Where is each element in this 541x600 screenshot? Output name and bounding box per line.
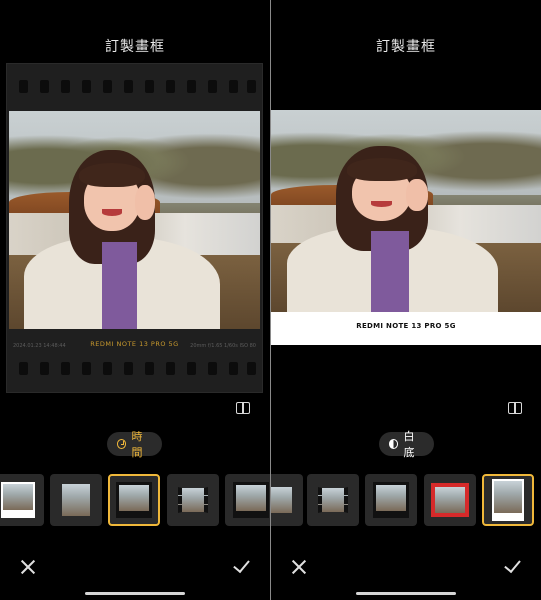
left-panel: 訂製畫框 2024.01.23 14:48:44 REDMI NOTE 13 P… bbox=[0, 0, 270, 600]
thumbnail-image bbox=[318, 487, 348, 513]
close-icon[interactable] bbox=[290, 558, 308, 576]
frame-option-film-strip[interactable] bbox=[307, 474, 359, 526]
thumbnail-image bbox=[116, 482, 152, 518]
frame-option-white-tall[interactable] bbox=[50, 474, 102, 526]
perforation bbox=[187, 362, 196, 375]
perforation bbox=[166, 80, 175, 93]
white-background-pill[interactable]: 白底 bbox=[379, 430, 434, 459]
page-title: 訂製畫框 bbox=[376, 39, 436, 55]
perforation bbox=[103, 80, 112, 93]
right-panel: 訂製畫框 REDMI NOTE 13 PRO 5G 白底 bbox=[271, 0, 541, 600]
contrast-icon bbox=[389, 439, 399, 449]
frame-option-dark[interactable] bbox=[365, 474, 417, 526]
perforation bbox=[61, 80, 70, 93]
compare-icon[interactable] bbox=[236, 402, 250, 414]
thumbnail-image bbox=[431, 483, 469, 517]
thumbnail-image bbox=[1, 482, 35, 518]
frame-option-partial[interactable] bbox=[271, 474, 303, 526]
perforation bbox=[40, 362, 49, 375]
perforation bbox=[145, 80, 154, 93]
perforation bbox=[247, 80, 256, 93]
exif-info: 20mm f/1.65 1/60s ISO 80 bbox=[190, 343, 256, 349]
perforation bbox=[40, 80, 49, 93]
perforation bbox=[166, 362, 175, 375]
perforation bbox=[19, 80, 28, 93]
thumbnail-image bbox=[62, 484, 90, 516]
film-frame-preview: 2024.01.23 14:48:44 REDMI NOTE 13 PRO 5G… bbox=[6, 63, 263, 393]
perforation bbox=[187, 80, 196, 93]
close-icon[interactable] bbox=[19, 558, 37, 576]
frame-option-film-selected[interactable] bbox=[108, 474, 160, 526]
time-mode-pill[interactable]: 時間 bbox=[107, 430, 162, 459]
perforation bbox=[208, 362, 217, 375]
clock-icon bbox=[117, 439, 127, 449]
perforation bbox=[124, 362, 133, 375]
perforation bbox=[19, 362, 28, 375]
compare-icon[interactable] bbox=[508, 402, 522, 414]
checkmark-icon[interactable] bbox=[503, 557, 521, 575]
perforation bbox=[229, 80, 238, 93]
photo-preview bbox=[271, 110, 541, 312]
perforation bbox=[247, 362, 256, 375]
thumbnail-image bbox=[492, 479, 524, 521]
perforation bbox=[229, 362, 238, 375]
thumbnail-image bbox=[373, 482, 409, 518]
page-title: 訂製畫框 bbox=[105, 39, 165, 55]
perforation bbox=[61, 362, 70, 375]
checkmark-icon[interactable] bbox=[232, 557, 250, 575]
frame-option-dark[interactable] bbox=[225, 474, 270, 526]
thumbnail-image bbox=[233, 482, 269, 518]
perforation bbox=[208, 80, 217, 93]
film-info-bar: 2024.01.23 14:48:44 REDMI NOTE 13 PRO 5G… bbox=[13, 340, 256, 352]
device-model-caption: REDMI NOTE 13 PRO 5G bbox=[356, 322, 456, 330]
thumbnail-image bbox=[178, 487, 208, 513]
perforation bbox=[103, 362, 112, 375]
photo-preview bbox=[9, 111, 260, 329]
frame-option-white-selected[interactable] bbox=[482, 474, 534, 526]
time-mode-label: 時間 bbox=[131, 430, 143, 459]
perforation bbox=[124, 80, 133, 93]
home-indicator bbox=[85, 592, 185, 595]
thumbnail-image bbox=[271, 487, 292, 513]
perforation bbox=[145, 362, 154, 375]
white-background-label: 白底 bbox=[403, 430, 415, 459]
frame-option-white-border[interactable] bbox=[0, 474, 44, 526]
perforation bbox=[82, 80, 91, 93]
home-indicator bbox=[356, 592, 456, 595]
white-frame-preview: REDMI NOTE 13 PRO 5G bbox=[271, 110, 541, 345]
frame-option-red[interactable] bbox=[424, 474, 476, 526]
perforation bbox=[82, 362, 91, 375]
frame-option-film-strip[interactable] bbox=[167, 474, 219, 526]
